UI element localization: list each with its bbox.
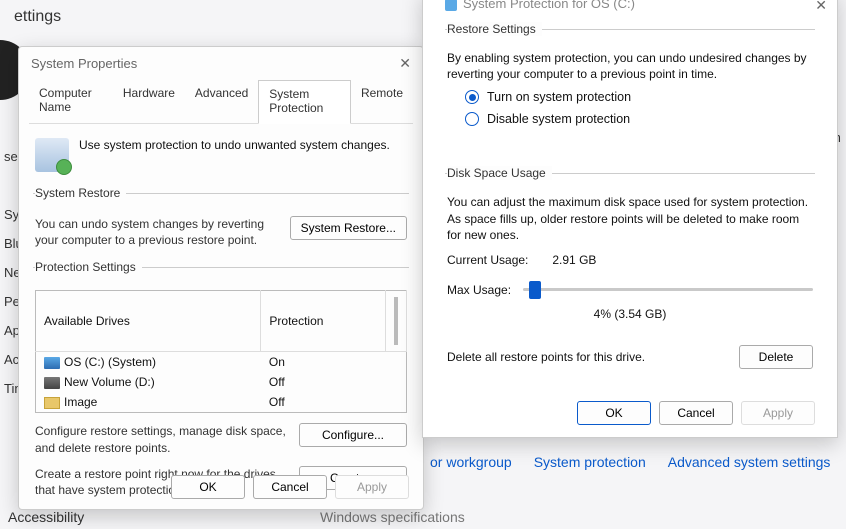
max-usage-label: Max Usage: <box>447 283 511 297</box>
drive-icon <box>44 397 60 409</box>
radio-disable[interactable]: Disable system protection <box>465 112 813 126</box>
protection-settings-group: Protection Settings Available Drives Pro… <box>33 260 409 502</box>
radio-icon <box>465 112 479 126</box>
delete-button[interactable]: Delete <box>739 345 813 369</box>
close-icon[interactable]: ✕ <box>815 0 827 14</box>
cancel-button[interactable]: Cancel <box>659 401 733 425</box>
current-usage-value: 2.91 GB <box>552 253 596 267</box>
link-advanced-settings[interactable]: Advanced system settings <box>668 454 831 470</box>
table-row[interactable]: New Volume (D:) Off <box>36 372 407 392</box>
tab-remote[interactable]: Remote <box>351 80 413 123</box>
restore-settings-group: Restore Settings By enabling system prot… <box>445 22 815 138</box>
configure-button[interactable]: Configure... <box>299 423 407 447</box>
drives-table[interactable]: Available Drives Protection OS (C:) (Sys… <box>35 290 407 413</box>
delete-text: Delete all restore points for this drive… <box>447 350 645 364</box>
table-row[interactable]: OS (C:) (System) On <box>36 352 407 373</box>
col-protection[interactable]: Protection <box>261 291 386 352</box>
link-system-protection[interactable]: System protection <box>534 454 646 470</box>
dialog-title: System Protection for OS (C:) <box>463 0 635 11</box>
system-restore-button[interactable]: System Restore... <box>290 216 407 240</box>
group-legend: Protection Settings <box>35 260 142 274</box>
radio-label: Disable system protection <box>487 112 630 126</box>
drive-status: On <box>261 352 386 373</box>
link-workgroup[interactable]: or workgroup <box>430 454 512 470</box>
shield-mini-icon <box>445 0 457 11</box>
drive-icon <box>44 377 60 389</box>
drive-label: OS (C:) (System) <box>64 355 156 369</box>
intro-text: Use system protection to undo unwanted s… <box>79 138 390 152</box>
table-row[interactable]: Image Off <box>36 392 407 413</box>
table-scrollbar[interactable] <box>386 291 407 352</box>
bg-windows-specs: Windows specifications <box>320 509 465 525</box>
system-restore-group: System Restore You can undo system chang… <box>33 186 409 252</box>
tab-advanced[interactable]: Advanced <box>185 80 258 123</box>
system-protection-drive-dialog: System Protection for OS (C:) ✕ Restore … <box>422 0 838 438</box>
apply-button: Apply <box>741 401 815 425</box>
group-legend: Disk Space Usage <box>447 166 552 180</box>
cancel-button[interactable]: Cancel <box>253 475 327 499</box>
drive-label: Image <box>64 395 97 409</box>
tab-bar: Computer Name Hardware Advanced System P… <box>29 80 413 124</box>
bg-settings-heading: ettings <box>0 0 75 34</box>
system-properties-dialog: System Properties ✕ Computer Name Hardwa… <box>18 46 424 510</box>
slider-value-display: 4% (3.54 GB) <box>447 307 813 321</box>
group-legend: System Restore <box>35 186 126 200</box>
ok-button[interactable]: OK <box>577 401 651 425</box>
drive-label: New Volume (D:) <box>64 375 155 389</box>
close-icon[interactable]: ✕ <box>399 55 411 72</box>
tab-system-protection[interactable]: System Protection <box>258 80 351 124</box>
restore-text: You can undo system changes by reverting… <box>35 216 280 248</box>
restore-intro: By enabling system protection, you can u… <box>447 50 813 82</box>
drive-icon <box>44 357 60 369</box>
restore-shield-icon <box>35 138 69 172</box>
dialog-title: System Properties <box>31 56 137 71</box>
drive-status: Off <box>261 392 386 413</box>
tab-computer-name[interactable]: Computer Name <box>29 80 113 123</box>
drive-status: Off <box>261 372 386 392</box>
slider-thumb-icon[interactable] <box>529 281 541 299</box>
bg-accessibility[interactable]: Accessibility <box>8 509 84 525</box>
max-usage-slider[interactable] <box>523 288 813 291</box>
disk-space-group: Disk Space Usage You can adjust the maxi… <box>445 166 815 373</box>
radio-label: Turn on system protection <box>487 90 631 104</box>
disk-intro: You can adjust the maximum disk space us… <box>447 194 813 243</box>
configure-text: Configure restore settings, manage disk … <box>35 423 289 455</box>
current-usage-label: Current Usage: <box>447 253 528 267</box>
ok-button[interactable]: OK <box>171 475 245 499</box>
col-available-drives[interactable]: Available Drives <box>36 291 261 352</box>
group-legend: Restore Settings <box>447 22 542 36</box>
apply-button: Apply <box>335 475 409 499</box>
radio-turn-on[interactable]: Turn on system protection <box>465 90 813 104</box>
radio-icon <box>465 90 479 104</box>
tab-hardware[interactable]: Hardware <box>113 80 185 123</box>
